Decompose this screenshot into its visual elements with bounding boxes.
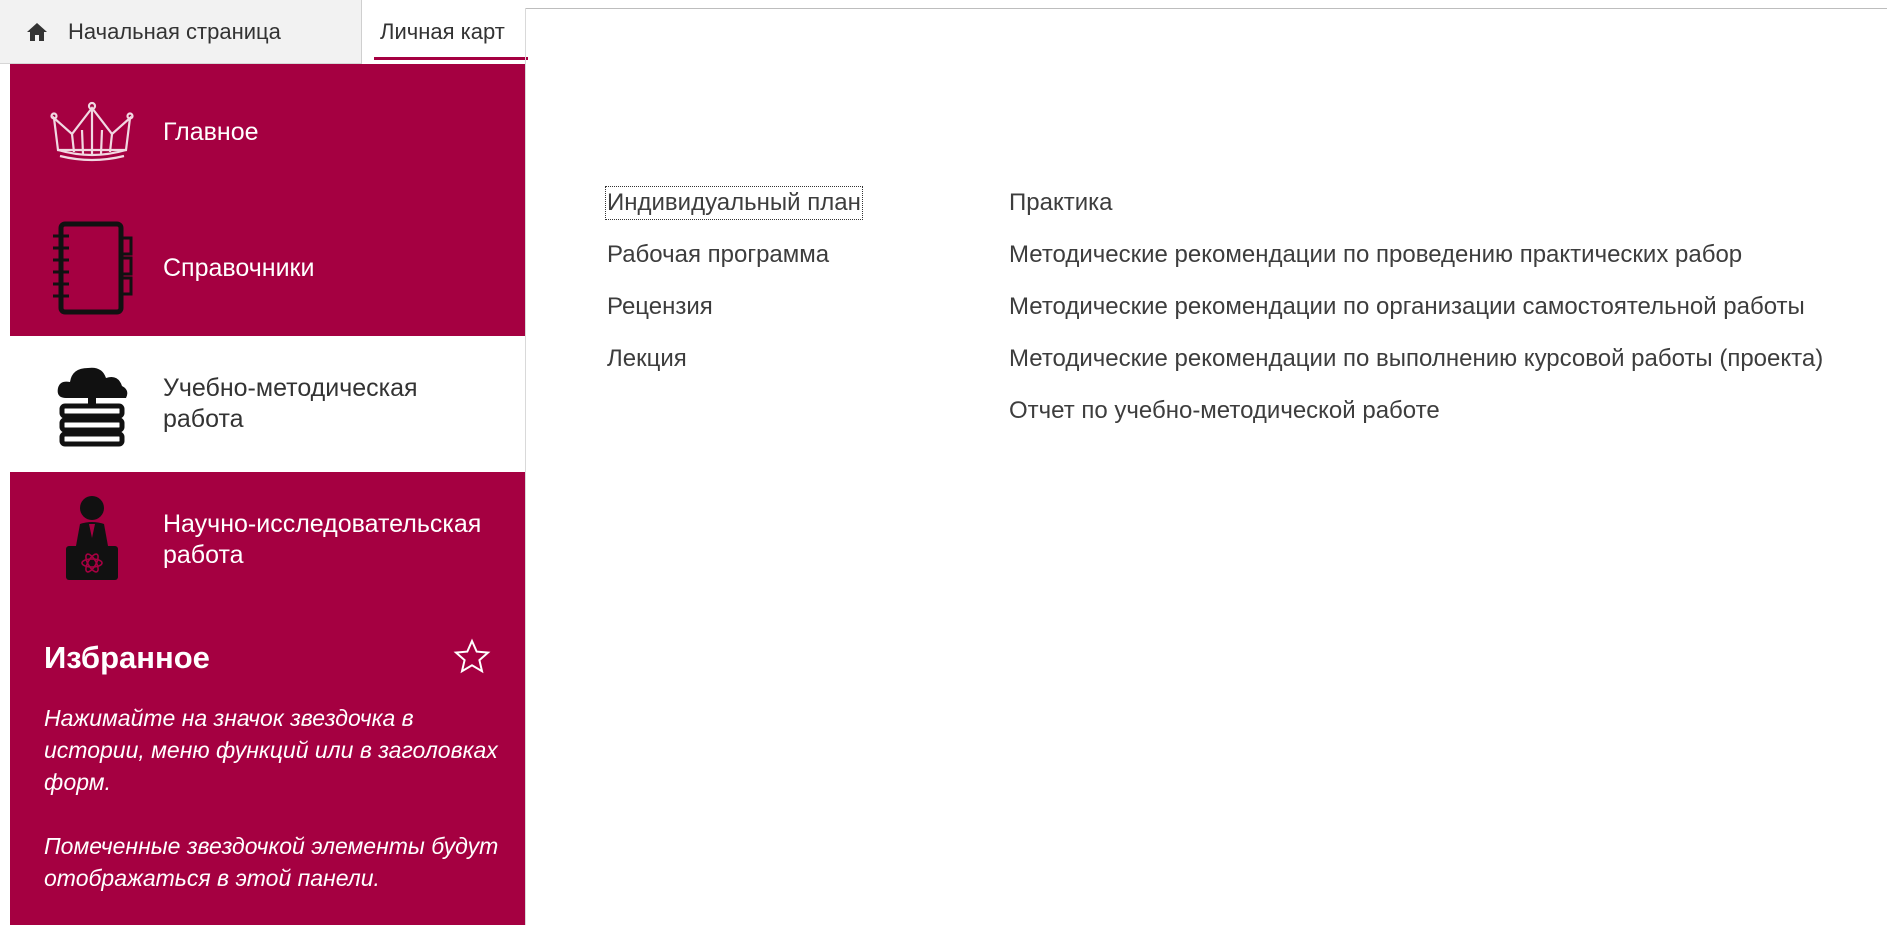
- sidebar-item-references[interactable]: Справочники: [10, 200, 525, 336]
- link-lecture[interactable]: Лекция: [607, 344, 861, 374]
- home-icon: [26, 22, 48, 42]
- favorites-panel: Избранное Нажимайте на значок звездочка …: [10, 608, 525, 925]
- tab-home[interactable]: Начальная страница: [0, 0, 362, 64]
- favorites-hint: Нажимайте на значок звездочка в истории,…: [44, 705, 498, 795]
- link-course-project-guidelines[interactable]: Методические рекомендации по выполнению …: [1009, 344, 1823, 374]
- link-work-program[interactable]: Рабочая программа: [607, 240, 861, 270]
- tab-home-label: Начальная страница: [68, 19, 281, 44]
- link-review[interactable]: Рецензия: [607, 292, 861, 322]
- notebook-icon: [40, 216, 144, 320]
- favorites-hint: Помеченные звездочкой элементы будут ото…: [44, 833, 499, 891]
- content-top-border: [525, 8, 1887, 9]
- tab-card-label: Личная карт: [380, 19, 505, 44]
- books-cloud-icon: [40, 352, 144, 456]
- link-practical-works-guidelines[interactable]: Методические рекомендации по проведению …: [1009, 240, 1823, 270]
- right-link-column: Практика Методические рекомендации по пр…: [1009, 188, 1823, 448]
- researcher-laptop-icon: [40, 488, 144, 592]
- link-individual-plan[interactable]: Индивидуальный план: [605, 186, 863, 220]
- sidebar-item-methodical-work[interactable]: Учебно-методическая работа: [10, 336, 525, 472]
- sidebar-item-main[interactable]: Главное: [10, 64, 525, 200]
- sidebar-item-label: Главное: [163, 117, 259, 146]
- tab-personal-card[interactable]: Личная карт: [362, 0, 528, 64]
- left-link-column: Индивидуальный план Рабочая программа Ре…: [605, 186, 863, 396]
- sidebar-item-label: Научно-исследовательская работа: [163, 510, 482, 569]
- content-left-border: [525, 8, 526, 925]
- link-practice[interactable]: Практика: [1009, 188, 1823, 218]
- link-methodical-report[interactable]: Отчет по учебно-методической работе: [1009, 396, 1823, 426]
- link-self-study-guidelines[interactable]: Методические рекомендации по организации…: [1009, 292, 1823, 322]
- sidebar-item-label: Учебно-методическая работа: [163, 374, 418, 433]
- sidebar-item-research-work[interactable]: Научно-исследовательская работа: [10, 472, 525, 608]
- active-tab-underline: [374, 57, 528, 60]
- tab-bar: Начальная страница Личная карт: [0, 0, 528, 64]
- app-window: Начальная страница Личная карт Главное С…: [0, 0, 1887, 925]
- sidebar-item-label: Справочники: [163, 253, 315, 282]
- favorites-title: Избранное: [44, 640, 210, 675]
- crown-icon: [40, 80, 144, 184]
- star-icon[interactable]: [453, 638, 491, 676]
- sidebar: Главное Справочники Учебно-методическая …: [10, 64, 525, 925]
